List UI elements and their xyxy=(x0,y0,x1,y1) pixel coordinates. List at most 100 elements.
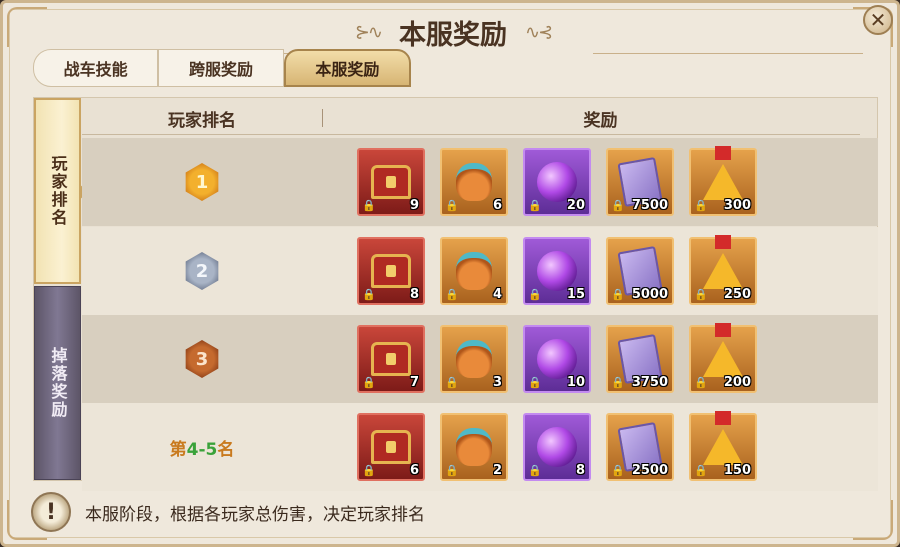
item-quantity: 7 xyxy=(409,375,419,390)
reward-item[interactable]: 🔒 6 xyxy=(357,413,425,481)
tab-server-reward[interactable]: 本服奖励 xyxy=(283,49,411,87)
purple-orb-icon xyxy=(537,427,577,467)
table-row: 第4-5名 🔒 6 🔒 2 🔒 8 🔒 2500 🔒 150 xyxy=(82,403,878,491)
treasure-chest-icon xyxy=(371,430,411,464)
title-ornament-left-icon: ⊱∿ xyxy=(354,21,383,43)
reward-items: 🔒 8 🔒 4 🔒 15 🔒 5000 🔒 250 xyxy=(322,235,757,305)
table-row: 1 🔒 9 🔒 6 🔒 20 🔒 7500 🔒 300 xyxy=(82,138,878,226)
purple-orb-icon xyxy=(537,251,577,291)
reward-item[interactable]: 🔒 20 xyxy=(523,148,591,216)
lock-icon: 🔒 xyxy=(611,199,625,212)
treasure-chest-icon xyxy=(371,165,411,199)
reward-item[interactable]: 🔒 10 xyxy=(523,325,591,393)
resource-bag-icon xyxy=(456,428,492,466)
item-quantity: 6 xyxy=(409,463,419,478)
resource-bag-icon xyxy=(456,252,492,290)
lock-icon: 🔒 xyxy=(445,376,459,389)
resource-bag-icon xyxy=(456,163,492,201)
reward-item[interactable]: 🔒 6 xyxy=(440,148,508,216)
purple-orb-icon xyxy=(537,339,577,379)
title-divider-right xyxy=(593,53,863,54)
lock-icon: 🔒 xyxy=(528,288,542,301)
reward-item[interactable]: 🔒 2 xyxy=(440,413,508,481)
item-quantity: 7500 xyxy=(631,198,668,213)
item-quantity: 150 xyxy=(723,463,751,478)
side-tab-player-rank[interactable]: 玩家排名 xyxy=(34,98,89,284)
footer-note: ! 本服阶段，根据各玩家总伤害，决定玩家排名 xyxy=(31,489,881,535)
tab-chariot-skill[interactable]: 战车技能 xyxy=(33,49,159,87)
reward-item[interactable]: 🔒 250 xyxy=(689,235,757,305)
footer-text: 本服阶段，根据各玩家总伤害，决定玩家排名 xyxy=(85,504,425,525)
reward-item[interactable]: 🔒 8 xyxy=(357,237,425,305)
reward-item[interactable]: 🔒 300 xyxy=(689,146,757,216)
rank-badge-icon: 2 xyxy=(185,252,219,290)
rank-badge-icon: 1 xyxy=(185,163,219,201)
reward-item[interactable]: 🔒 7500 xyxy=(606,148,674,216)
item-quantity: 9 xyxy=(409,198,419,213)
column-header-reward: 奖励 xyxy=(583,110,618,131)
header-divider xyxy=(82,134,860,135)
item-quantity: 8 xyxy=(575,463,585,478)
lock-icon: 🔒 xyxy=(362,376,376,389)
rank-range-label: 第4-5名 xyxy=(169,439,235,460)
reward-item[interactable]: 🔒 200 xyxy=(689,323,757,393)
rank-cell: 2 xyxy=(82,252,322,290)
reward-item[interactable]: 🔒 3 xyxy=(440,325,508,393)
reward-items: 🔒 9 🔒 6 🔒 20 🔒 7500 🔒 300 xyxy=(322,146,757,216)
rank-cell: 3 xyxy=(82,340,322,378)
reward-item[interactable]: 🔒 7 xyxy=(357,325,425,393)
lock-icon: 🔒 xyxy=(445,199,459,212)
reward-item[interactable]: 🔒 5000 xyxy=(606,237,674,305)
item-quantity: 20 xyxy=(566,198,585,213)
reward-item[interactable]: 🔒 8 xyxy=(523,413,591,481)
lock-icon: 🔒 xyxy=(445,288,459,301)
treasure-chest-icon xyxy=(371,254,411,288)
lock-icon: 🔒 xyxy=(528,464,542,477)
item-quantity: 10 xyxy=(566,375,585,390)
item-quantity: 250 xyxy=(723,287,751,302)
rank-cell: 第4-5名 xyxy=(82,435,322,460)
rank-badge-icon: 3 xyxy=(185,340,219,378)
reward-panel: ⊱∿ 本服奖励 ∿⊰ ✕ 战车技能 跨服奖励 本服奖励 玩家排名 掉落奖励 玩家… xyxy=(0,0,900,547)
reward-items: 🔒 6 🔒 2 🔒 8 🔒 2500 🔒 150 xyxy=(322,411,757,481)
lock-icon: 🔒 xyxy=(362,199,376,212)
item-quantity: 8 xyxy=(409,287,419,302)
lock-icon: 🔒 xyxy=(528,376,542,389)
reward-item[interactable]: 🔒 9 xyxy=(357,148,425,216)
item-quantity: 200 xyxy=(723,375,751,390)
item-quantity: 15 xyxy=(566,287,585,302)
item-quantity: 4 xyxy=(492,287,502,302)
item-quantity: 3 xyxy=(492,375,502,390)
lock-icon: 🔒 xyxy=(362,464,376,477)
item-quantity: 5000 xyxy=(631,287,668,302)
reward-item[interactable]: 🔒 4 xyxy=(440,237,508,305)
reward-item[interactable]: 🔒 3750 xyxy=(606,325,674,393)
title-bar: ⊱∿ 本服奖励 ∿⊰ xyxy=(303,11,603,53)
reward-item[interactable]: 🔒 2500 xyxy=(606,413,674,481)
purple-orb-icon xyxy=(537,162,577,202)
resource-bag-icon xyxy=(456,340,492,378)
item-quantity: 2500 xyxy=(631,463,668,478)
tab-bar: 战车技能 跨服奖励 本服奖励 xyxy=(33,49,411,87)
corner-ornament xyxy=(7,7,47,47)
page-title: 本服奖励 xyxy=(399,19,507,51)
lock-icon: 🔒 xyxy=(611,376,625,389)
star-medal-icon xyxy=(703,146,743,200)
item-quantity: 3750 xyxy=(631,375,668,390)
star-medal-icon xyxy=(703,411,743,465)
lock-icon: 🔒 xyxy=(362,288,376,301)
column-header-rank: 玩家排名 xyxy=(168,110,236,131)
reward-item[interactable]: 🔒 15 xyxy=(523,237,591,305)
item-quantity: 6 xyxy=(492,198,502,213)
title-ornament-right-icon: ∿⊰ xyxy=(525,21,553,43)
star-medal-icon xyxy=(703,323,743,377)
close-button[interactable]: ✕ xyxy=(863,5,893,35)
table-row: 3 🔒 7 🔒 3 🔒 10 🔒 3750 🔒 200 xyxy=(82,315,878,403)
item-quantity: 300 xyxy=(723,198,751,213)
lock-icon: 🔒 xyxy=(694,376,708,389)
lock-icon: 🔒 xyxy=(694,288,708,301)
side-tab-drop-reward[interactable]: 掉落奖励 xyxy=(34,286,81,480)
tab-cross-server-reward[interactable]: 跨服奖励 xyxy=(158,49,284,87)
reward-item[interactable]: 🔒 150 xyxy=(689,411,757,481)
reward-items: 🔒 7 🔒 3 🔒 10 🔒 3750 🔒 200 xyxy=(322,323,757,393)
